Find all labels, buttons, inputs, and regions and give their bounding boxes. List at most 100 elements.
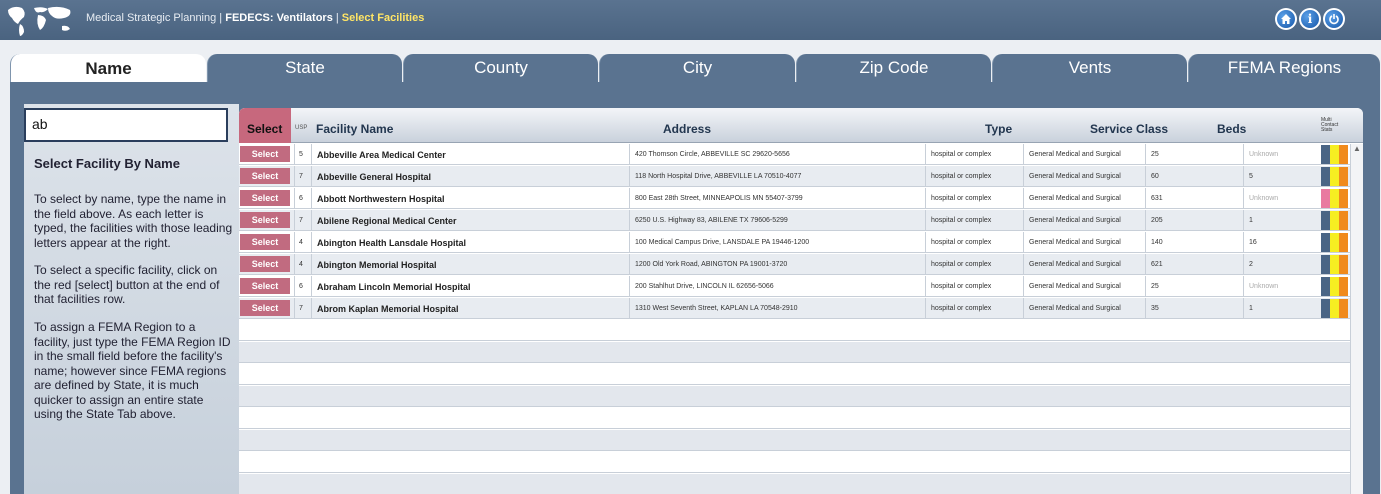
empty-row bbox=[239, 320, 1350, 341]
service-class-cell: General Medical and Surgical bbox=[1023, 276, 1145, 297]
table-scrollbar[interactable]: ▲ bbox=[1350, 144, 1363, 494]
type-cell: hospital or complex bbox=[925, 144, 1023, 165]
scroll-up-icon[interactable]: ▲ bbox=[1353, 144, 1361, 153]
stat-bar-3 bbox=[1339, 145, 1348, 164]
content-panel: ab Select Facility By Name To select by … bbox=[10, 82, 1380, 494]
tab-fema-regions[interactable]: FEMA Regions bbox=[1188, 54, 1380, 82]
usp-cell[interactable]: 7 bbox=[294, 298, 311, 319]
select-button[interactable]: Select bbox=[240, 190, 290, 206]
usp-cell[interactable]: 5 bbox=[294, 144, 311, 165]
service-class-cell: General Medical and Surgical bbox=[1023, 144, 1145, 165]
stat-bar-2 bbox=[1330, 145, 1339, 164]
tab-name[interactable]: Name bbox=[10, 54, 206, 84]
service-class-cell: General Medical and Surgical bbox=[1023, 188, 1145, 209]
address-cell: 1200 Old York Road, ABINGTON PA 19001-37… bbox=[629, 254, 925, 275]
title-separator: | bbox=[216, 12, 226, 24]
facility-name-cell: Abbeville Area Medical Center bbox=[311, 144, 629, 165]
type-cell: hospital or complex bbox=[925, 166, 1023, 187]
stat-bar-1 bbox=[1321, 167, 1330, 186]
facility-name-cell: Abbeville General Hospital bbox=[311, 166, 629, 187]
header-type[interactable]: Type bbox=[985, 122, 1012, 136]
page-name: Select Facilities bbox=[341, 12, 425, 24]
tab-zip-code[interactable]: Zip Code bbox=[796, 54, 991, 82]
service-class-cell: General Medical and Surgical bbox=[1023, 254, 1145, 275]
table-row: Select 7 Abbeville General Hospital 118 Nor… bbox=[239, 166, 1350, 187]
home-icon bbox=[1277, 10, 1295, 28]
address-cell: 100 Medical Campus Drive, LANSDALE PA 19… bbox=[629, 232, 925, 253]
table-row: Select 6 Abbott Northwestern Hospital 800 E… bbox=[239, 188, 1350, 209]
select-button[interactable]: Select bbox=[240, 146, 290, 162]
service-class-cell: General Medical and Surgical bbox=[1023, 166, 1145, 187]
service-class-cell: General Medical and Surgical bbox=[1023, 232, 1145, 253]
empty-row bbox=[239, 474, 1350, 494]
stat-bar-3 bbox=[1339, 299, 1348, 318]
select-button[interactable]: Select bbox=[240, 256, 290, 272]
select-button[interactable]: Select bbox=[240, 212, 290, 228]
address-cell: 118 North Hospital Drive, ABBEVILLE LA 7… bbox=[629, 166, 925, 187]
facility-name-cell: Abilene Regional Medical Center bbox=[311, 210, 629, 231]
usp-cell[interactable]: 4 bbox=[294, 232, 311, 253]
usp-cell[interactable]: 6 bbox=[294, 276, 311, 297]
select-button[interactable]: Select bbox=[240, 234, 290, 250]
stat-bar-2 bbox=[1330, 189, 1339, 208]
address-cell: 6250 U.S. Highway 83, ABILENE TX 79606-5… bbox=[629, 210, 925, 231]
usp-cell[interactable]: 6 bbox=[294, 188, 311, 209]
header-address[interactable]: Address bbox=[663, 122, 711, 136]
power-button[interactable] bbox=[1323, 8, 1345, 30]
address-cell: 800 East 28th Street, MINNEAPOLIS MN 554… bbox=[629, 188, 925, 209]
select-button[interactable]: Select bbox=[240, 300, 290, 316]
usp-cell[interactable]: 7 bbox=[294, 166, 311, 187]
app-name: Medical Strategic Planning bbox=[86, 12, 217, 24]
world-map-logo bbox=[8, 6, 71, 36]
instructions-sidebar: ab Select Facility By Name To select by … bbox=[24, 104, 239, 494]
facility-name-cell: Abington Memorial Hospital bbox=[311, 254, 629, 275]
beds-cell: 621 bbox=[1145, 254, 1243, 275]
select-button[interactable]: Select bbox=[240, 168, 290, 184]
header-buttons: i bbox=[1275, 8, 1345, 30]
search-input[interactable]: ab bbox=[24, 108, 228, 142]
header-service-class[interactable]: Service Class bbox=[1090, 122, 1168, 136]
home-button[interactable] bbox=[1275, 8, 1297, 30]
type-cell: hospital or complex bbox=[925, 276, 1023, 297]
stat-bar-2 bbox=[1330, 233, 1339, 252]
select-button[interactable]: Select bbox=[240, 278, 290, 294]
beds-cell: 140 bbox=[1145, 232, 1243, 253]
facility-name-cell: Abraham Lincoln Memorial Hospital bbox=[311, 276, 629, 297]
address-cell: 420 Thomson Circle, ABBEVILLE SC 29620-5… bbox=[629, 144, 925, 165]
facility-name-cell: Abrom Kaplan Memorial Hospital bbox=[311, 298, 629, 319]
tab-city[interactable]: City bbox=[599, 54, 795, 82]
stat-bar-1 bbox=[1321, 145, 1330, 164]
stat-bars bbox=[1321, 145, 1349, 164]
module-name: FEDECS: Ventilators bbox=[225, 12, 333, 24]
stat-bar-2 bbox=[1330, 167, 1339, 186]
tab-county[interactable]: County bbox=[403, 54, 598, 82]
beds-cell: 205 bbox=[1145, 210, 1243, 231]
stat-bar-1 bbox=[1321, 211, 1330, 230]
vents-cell: Unknown bbox=[1243, 144, 1321, 165]
tab-bar: Name State County City Zip Code Vents FE… bbox=[10, 54, 1380, 84]
header-beds[interactable]: Beds bbox=[1217, 122, 1246, 136]
table-row: Select 4 Abington Health Lansdale Hospital… bbox=[239, 232, 1350, 253]
info-icon: i bbox=[1301, 10, 1319, 28]
stat-bar-2 bbox=[1330, 277, 1339, 296]
usp-cell[interactable]: 7 bbox=[294, 210, 311, 231]
table-row: Select 6 Abraham Lincoln Memorial Hospital… bbox=[239, 276, 1350, 297]
tab-vents[interactable]: Vents bbox=[992, 54, 1187, 82]
beds-cell: 35 bbox=[1145, 298, 1243, 319]
service-class-cell: General Medical and Surgical bbox=[1023, 298, 1145, 319]
vents-cell: 1 bbox=[1243, 298, 1321, 319]
power-icon bbox=[1325, 10, 1343, 28]
stat-bar-3 bbox=[1339, 255, 1348, 274]
stat-bars bbox=[1321, 277, 1349, 296]
tab-state[interactable]: State bbox=[207, 54, 402, 82]
facility-table: Select USP Facility Name Address Type Se… bbox=[239, 108, 1363, 494]
vents-cell: Unknown bbox=[1243, 188, 1321, 209]
info-button[interactable]: i bbox=[1299, 8, 1321, 30]
stat-bars bbox=[1321, 167, 1349, 186]
header-facility-name[interactable]: Facility Name bbox=[316, 122, 393, 136]
stat-bars bbox=[1321, 233, 1349, 252]
vents-cell: 1 bbox=[1243, 210, 1321, 231]
address-cell: 200 Stahlhut Drive, LINCOLN IL 62656-506… bbox=[629, 276, 925, 297]
stat-bars bbox=[1321, 299, 1349, 318]
usp-cell[interactable]: 4 bbox=[294, 254, 311, 275]
